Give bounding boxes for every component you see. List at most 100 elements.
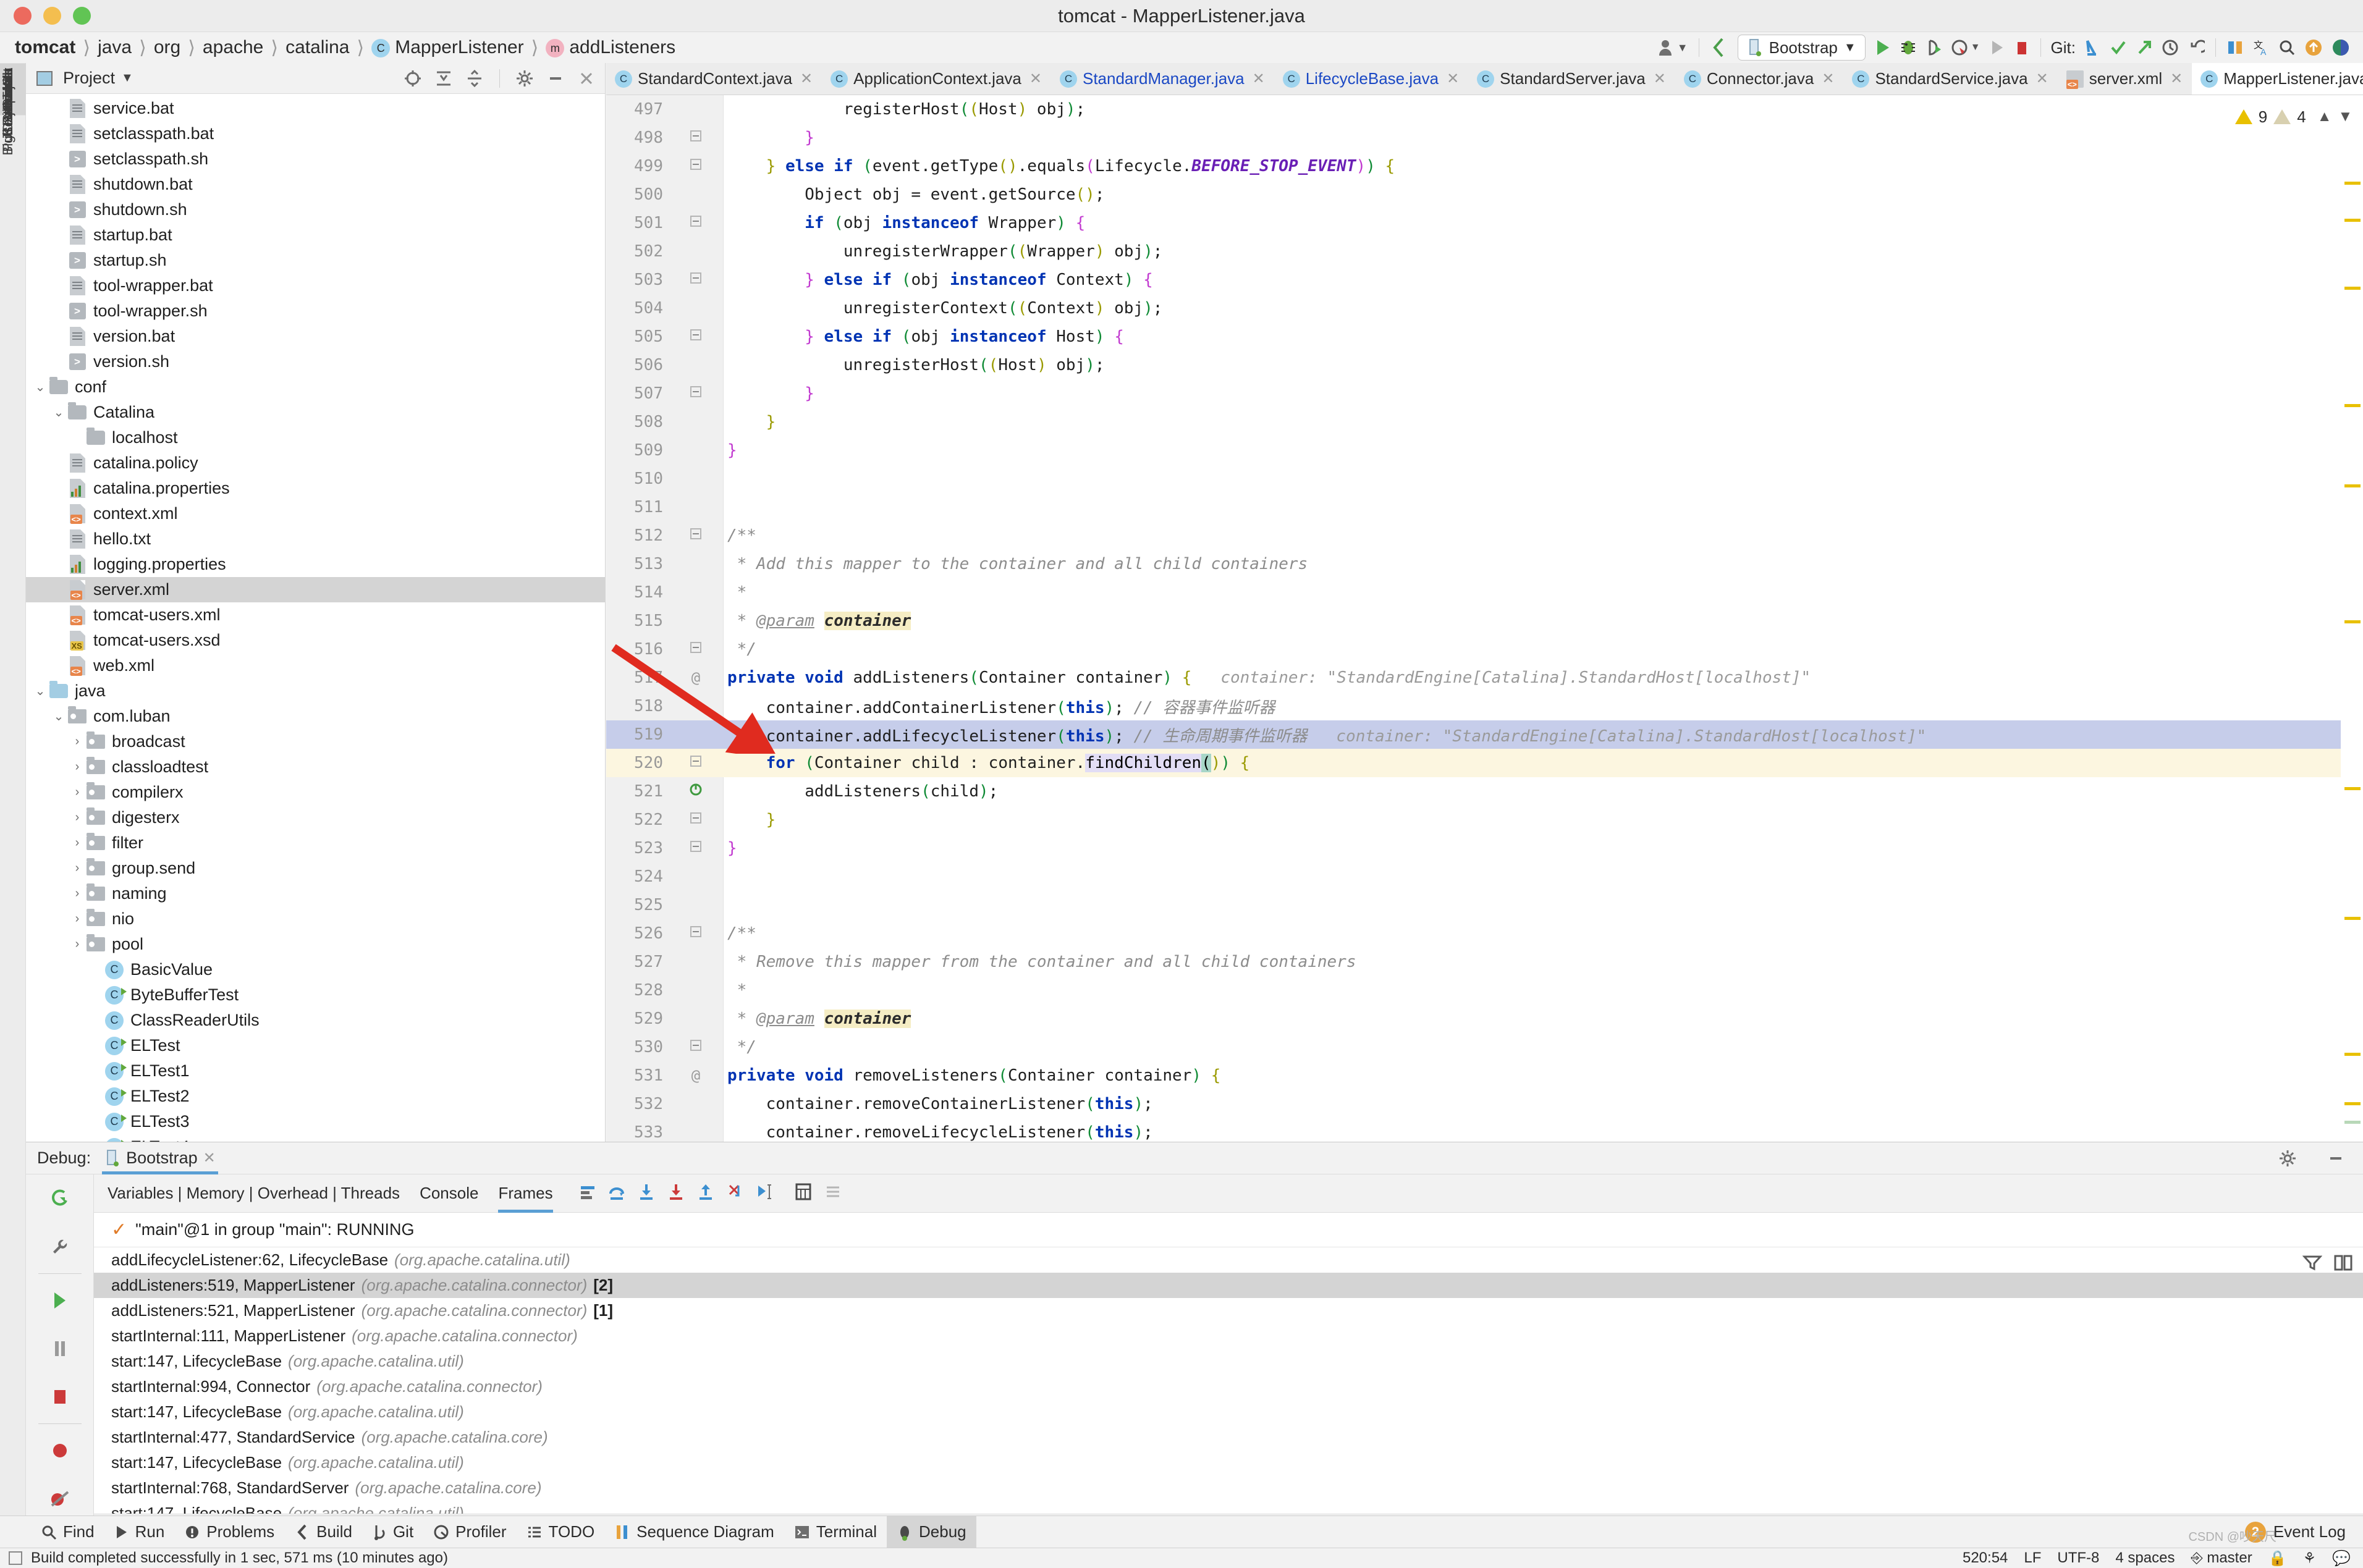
gutter-icon[interactable]	[668, 328, 724, 345]
inspection-icon[interactable]: ⚘	[2303, 1549, 2317, 1567]
stack-frame-item[interactable]: start:147, LifecycleBase (org.apache.cata…	[94, 1349, 2363, 1374]
git-branch[interactable]: ⎆ master	[2191, 1549, 2252, 1567]
tree-expand-arrow-icon[interactable]: ›	[69, 911, 85, 927]
code-editor[interactable]: 497 registerHost((Host) obj); 498 } 499 } …	[606, 95, 2363, 1142]
breadcrumb-item-java[interactable]: java	[90, 37, 139, 58]
diff-icon[interactable]	[2222, 34, 2248, 61]
gear-icon[interactable]	[2275, 1146, 2300, 1171]
code-line[interactable]: 511	[606, 493, 2363, 521]
layout-icon[interactable]	[2333, 1254, 2353, 1275]
code-line[interactable]: 512 /**	[606, 521, 2363, 550]
tree-node[interactable]: ⌄ java	[26, 678, 605, 704]
stack-frame-item[interactable]: start:147, LifecycleBase (org.apache.cata…	[94, 1501, 2363, 1514]
tree-node[interactable]: > tool-wrapper.sh	[26, 298, 605, 324]
gutter-icon[interactable]	[668, 811, 724, 828]
bottom-tab-debug[interactable]: Debug	[887, 1515, 976, 1548]
close-icon[interactable]: ✕	[800, 70, 813, 88]
tree-expand-arrow-icon[interactable]: ›	[69, 734, 85, 750]
debug-actions-toolbar[interactable]	[26, 1174, 94, 1560]
tree-expand-arrow-icon[interactable]	[51, 303, 67, 319]
caret-position[interactable]: 520:54	[1963, 1549, 2008, 1567]
git-rollback-icon[interactable]	[2183, 34, 2209, 61]
tree-node[interactable]: version.bat	[26, 324, 605, 349]
code-line[interactable]: 517 @ private void addListeners(Container …	[606, 664, 2363, 692]
tree-expand-arrow-icon[interactable]: ⌄	[51, 405, 67, 421]
bottom-tab-find[interactable]: Find	[31, 1516, 104, 1548]
code-line[interactable]: 516 */	[606, 635, 2363, 664]
breadcrumb-item-tomcat[interactable]: tomcat	[7, 37, 83, 58]
tree-node[interactable]: catalina.policy	[26, 450, 605, 476]
code-line[interactable]: 531 @ private void removeListeners(Contain…	[606, 1061, 2363, 1090]
code-line[interactable]: 514 *	[606, 578, 2363, 607]
tree-node[interactable]: XS tomcat-users.xsd	[26, 628, 605, 653]
code-line[interactable]: 525	[606, 891, 2363, 919]
tree-expand-arrow-icon[interactable]	[51, 582, 67, 598]
bottom-tab-terminal[interactable]: Terminal	[784, 1516, 887, 1548]
tree-expand-arrow-icon[interactable]	[51, 354, 67, 370]
tree-expand-arrow-icon[interactable]: ⌄	[32, 683, 48, 699]
gutter-icon[interactable]	[668, 271, 724, 289]
tree-node[interactable]: › group.send	[26, 856, 605, 881]
gutter-icon[interactable]	[668, 1039, 724, 1056]
tree-node[interactable]: shutdown.bat	[26, 172, 605, 197]
code-line[interactable]: 530 */	[606, 1033, 2363, 1061]
stripe-weak-mark[interactable]	[2344, 1121, 2361, 1124]
drop-frame-icon[interactable]	[726, 1182, 745, 1204]
code-line[interactable]: 528 *	[606, 976, 2363, 1005]
tree-node[interactable]: setclasspath.bat	[26, 121, 605, 146]
code-line[interactable]: 522 }	[606, 806, 2363, 834]
line-separator[interactable]: LF	[2024, 1549, 2041, 1567]
file-encoding[interactable]: UTF-8	[2057, 1549, 2099, 1567]
stripe-warning-mark[interactable]	[2344, 1102, 2361, 1105]
tab-console[interactable]: Console	[420, 1174, 478, 1213]
gutter-icon[interactable]: @	[668, 1067, 724, 1084]
code-line[interactable]: 515 * @param container	[606, 607, 2363, 635]
minimize-icon[interactable]	[543, 66, 568, 91]
back-arrow-icon[interactable]	[1706, 34, 1733, 61]
tree-expand-arrow-icon[interactable]	[51, 101, 67, 117]
tree-node[interactable]: > version.sh	[26, 349, 605, 374]
code-line[interactable]: 508 }	[606, 408, 2363, 436]
tree-node[interactable]: › nio	[26, 906, 605, 932]
stripe-warning-mark[interactable]	[2344, 620, 2361, 623]
debug-icon[interactable]	[1895, 34, 1921, 61]
thread-status-row[interactable]: ✓ "main"@1 in group "main": RUNNING	[94, 1213, 2363, 1247]
tree-node[interactable]: › pool	[26, 932, 605, 957]
code-lines-container[interactable]: 497 registerHost((Host) obj); 498 } 499 } …	[606, 95, 2363, 1142]
gutter-icon[interactable]	[668, 840, 724, 857]
bottom-tab-profiler[interactable]: Profiler	[423, 1516, 516, 1548]
close-icon[interactable]: ✕	[1253, 70, 1265, 88]
close-icon[interactable]: ✕	[203, 1149, 216, 1167]
editor-tab-connector-java[interactable]: C Connector.java ✕	[1675, 63, 1844, 95]
tree-expand-arrow-icon[interactable]	[51, 531, 67, 547]
tree-expand-arrow-icon[interactable]	[88, 1013, 104, 1029]
code-line[interactable]: 510	[606, 465, 2363, 493]
minimize-icon[interactable]	[2323, 1146, 2348, 1171]
code-line[interactable]: 505 } else if (obj instanceof Host) {	[606, 322, 2363, 351]
stack-frame-item[interactable]: addListeners:521, MapperListener (org.apa…	[94, 1298, 2363, 1323]
stripe-warning-mark[interactable]	[2344, 484, 2361, 487]
stripe-warning-mark[interactable]	[2344, 787, 2361, 790]
code-line[interactable]: 499 } else if (event.getType().equals(Li…	[606, 152, 2363, 180]
collapse-all-icon[interactable]	[462, 66, 487, 91]
git-history-icon[interactable]	[2157, 34, 2183, 61]
step-out-icon[interactable]	[696, 1182, 715, 1204]
tree-node[interactable]: <> context.xml	[26, 501, 605, 526]
layout-icon[interactable]	[579, 1183, 596, 1203]
close-icon[interactable]: ✕	[1822, 70, 1834, 88]
editor-tab-mapperlistener-java[interactable]: CMapperListener.java✕	[2192, 63, 2363, 95]
tree-expand-arrow-icon[interactable]	[88, 1114, 104, 1130]
tree-expand-arrow-icon[interactable]: ›	[69, 861, 85, 877]
breadcrumb-item-catalina[interactable]: catalina	[278, 37, 357, 58]
tree-expand-arrow-icon[interactable]	[51, 455, 67, 471]
code-line[interactable]: 520 for (Container child : container.fin…	[606, 749, 2363, 777]
tree-node[interactable]: hello.txt	[26, 526, 605, 552]
stack-frame-item[interactable]: addLifecycleListener:62, LifecycleBase (o…	[94, 1247, 2363, 1273]
tree-node[interactable]: C ClassReaderUtils	[26, 1008, 605, 1033]
tree-expand-arrow-icon[interactable]	[51, 481, 67, 497]
profile-icon[interactable]: ▼	[1947, 34, 1985, 61]
tree-node[interactable]: ⌄ conf	[26, 374, 605, 400]
code-line[interactable]: 504 unregisterContext((Context) obj);	[606, 294, 2363, 322]
code-line[interactable]: 519 container.addLifecycleListener(this)…	[606, 720, 2363, 749]
tree-node[interactable]: C ByteBufferTest	[26, 982, 605, 1008]
